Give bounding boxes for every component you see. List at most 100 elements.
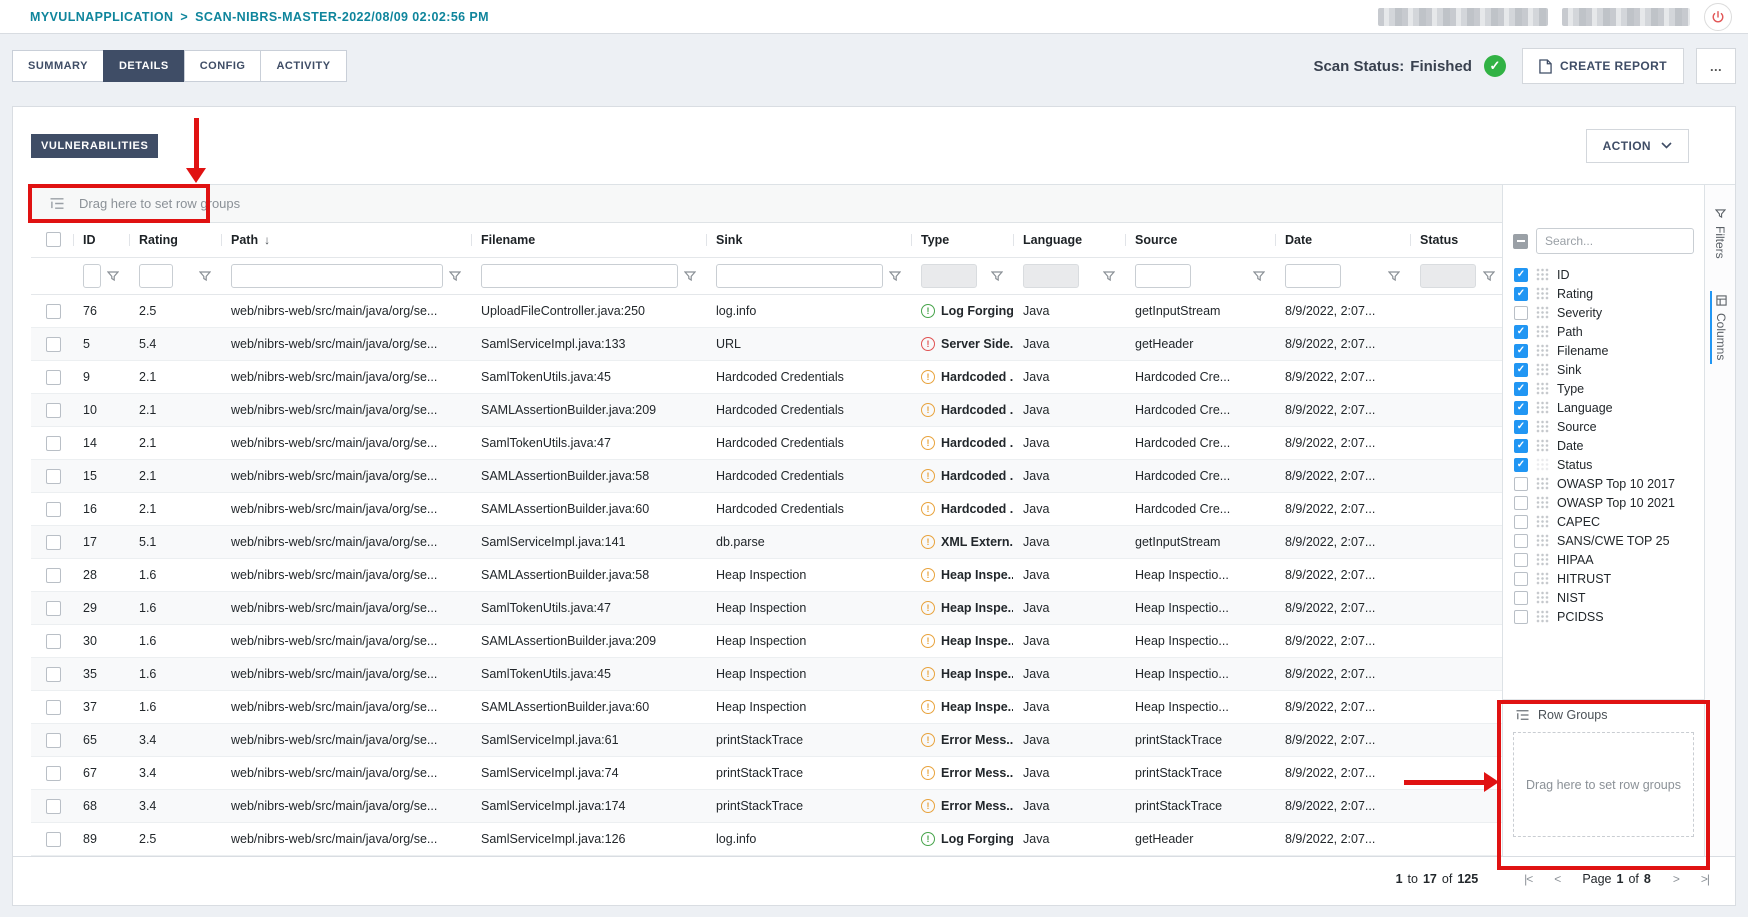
table-row[interactable]: 162.1web/nibrs-web/src/main/java/org/se.… [31, 493, 1502, 526]
toggle-all-columns-checkbox[interactable] [1513, 234, 1528, 249]
filename-filter-input[interactable] [481, 264, 678, 288]
funnel-icon[interactable] [1483, 271, 1495, 282]
column-toggle-severity[interactable]: Severity [1503, 303, 1704, 322]
column-toggle-nist[interactable]: NIST [1503, 588, 1704, 607]
column-header-language[interactable]: Language [1013, 223, 1125, 258]
table-row[interactable]: 653.4web/nibrs-web/src/main/java/org/se.… [31, 724, 1502, 757]
table-row[interactable]: 142.1web/nibrs-web/src/main/java/org/se.… [31, 427, 1502, 460]
first-page-button[interactable]: |< [1524, 872, 1532, 886]
column-checkbox[interactable] [1514, 382, 1528, 396]
funnel-icon[interactable] [1103, 271, 1115, 282]
table-row[interactable]: 55.4web/nibrs-web/src/main/java/org/se..… [31, 328, 1502, 361]
column-toggle-hitrust[interactable]: HITRUST [1503, 569, 1704, 588]
row-checkbox[interactable] [46, 304, 61, 319]
row-checkbox[interactable] [46, 535, 61, 550]
column-checkbox[interactable] [1514, 401, 1528, 415]
column-checkbox[interactable] [1514, 325, 1528, 339]
source-filter-input[interactable] [1135, 264, 1191, 288]
row-checkbox[interactable] [46, 733, 61, 748]
column-checkbox[interactable] [1514, 268, 1528, 282]
more-options-button[interactable]: ... [1696, 48, 1736, 84]
row-checkbox[interactable] [46, 667, 61, 682]
column-checkbox[interactable] [1514, 515, 1528, 529]
funnel-icon[interactable] [991, 271, 1003, 282]
column-toggle-source[interactable]: Source [1503, 417, 1704, 436]
row-group-drop-zone[interactable]: Drag here to set row groups [31, 185, 1502, 223]
table-row[interactable]: 351.6web/nibrs-web/src/main/java/org/se.… [31, 658, 1502, 691]
funnel-icon[interactable] [1388, 271, 1400, 282]
column-header-filename[interactable]: Filename [471, 223, 706, 258]
funnel-icon[interactable] [107, 271, 119, 282]
row-groups-drop-target[interactable]: Drag here to set row groups [1513, 732, 1694, 837]
funnel-icon[interactable] [449, 271, 461, 282]
column-toggle-path[interactable]: Path [1503, 322, 1704, 341]
table-row[interactable]: 371.6web/nibrs-web/src/main/java/org/se.… [31, 691, 1502, 724]
drag-handle-icon[interactable] [1536, 382, 1549, 395]
column-checkbox[interactable] [1514, 439, 1528, 453]
column-checkbox[interactable] [1514, 477, 1528, 491]
create-report-button[interactable]: CREATE REPORT [1522, 48, 1684, 84]
column-checkbox[interactable] [1514, 344, 1528, 358]
column-toggle-hipaa[interactable]: HIPAA [1503, 550, 1704, 569]
row-checkbox[interactable] [46, 436, 61, 451]
logout-button[interactable] [1704, 3, 1732, 31]
column-checkbox[interactable] [1514, 363, 1528, 377]
row-checkbox[interactable] [46, 766, 61, 781]
drag-handle-icon[interactable] [1536, 610, 1549, 623]
previous-page-button[interactable]: < [1554, 872, 1560, 886]
sink-filter-input[interactable] [716, 264, 883, 288]
drag-handle-icon[interactable] [1536, 553, 1549, 566]
tab-filters[interactable]: Filters [1711, 205, 1729, 263]
drag-handle-icon[interactable] [1536, 363, 1549, 376]
column-header-id[interactable]: ID [73, 223, 129, 258]
tab-details[interactable]: DETAILS [103, 50, 184, 82]
table-row[interactable]: 762.5web/nibrs-web/src/main/java/org/se.… [31, 295, 1502, 328]
column-search-input[interactable] [1536, 228, 1694, 254]
row-checkbox[interactable] [46, 568, 61, 583]
funnel-icon[interactable] [684, 271, 696, 282]
table-row[interactable]: 892.5web/nibrs-web/src/main/java/org/se.… [31, 823, 1502, 856]
action-dropdown-button[interactable]: ACTION [1586, 129, 1689, 163]
column-checkbox[interactable] [1514, 420, 1528, 434]
drag-handle-icon[interactable] [1536, 420, 1549, 433]
next-page-button[interactable]: > [1673, 872, 1679, 886]
column-toggle-owasp-top-10-2021[interactable]: OWASP Top 10 2021 [1503, 493, 1704, 512]
table-row[interactable]: 291.6web/nibrs-web/src/main/java/org/se.… [31, 592, 1502, 625]
column-checkbox[interactable] [1514, 306, 1528, 320]
row-checkbox[interactable] [46, 799, 61, 814]
id-filter-input[interactable] [83, 264, 101, 288]
drag-handle-icon[interactable] [1536, 268, 1549, 281]
column-checkbox[interactable] [1514, 534, 1528, 548]
select-all-checkbox[interactable] [46, 232, 61, 247]
column-header-path[interactable]: Path↓ [221, 223, 471, 258]
table-row[interactable]: 175.1web/nibrs-web/src/main/java/org/se.… [31, 526, 1502, 559]
tab-summary[interactable]: SUMMARY [12, 50, 103, 82]
funnel-icon[interactable] [199, 271, 211, 282]
column-checkbox[interactable] [1514, 610, 1528, 624]
table-row[interactable]: 683.4web/nibrs-web/src/main/java/org/se.… [31, 790, 1502, 823]
row-checkbox[interactable] [46, 502, 61, 517]
column-checkbox[interactable] [1514, 458, 1528, 472]
drag-handle-icon[interactable] [1536, 458, 1549, 471]
drag-handle-icon[interactable] [1536, 439, 1549, 452]
table-row[interactable]: 281.6web/nibrs-web/src/main/java/org/se.… [31, 559, 1502, 592]
column-header-rating[interactable]: Rating [129, 223, 221, 258]
tab-columns[interactable]: Columns [1710, 291, 1730, 364]
column-header-sink[interactable]: Sink [706, 223, 911, 258]
column-checkbox[interactable] [1514, 496, 1528, 510]
table-row[interactable]: 301.6web/nibrs-web/src/main/java/org/se.… [31, 625, 1502, 658]
column-toggle-date[interactable]: Date [1503, 436, 1704, 455]
column-toggle-owasp-top-10-2017[interactable]: OWASP Top 10 2017 [1503, 474, 1704, 493]
table-row[interactable]: 92.1web/nibrs-web/src/main/java/org/se..… [31, 361, 1502, 394]
row-checkbox[interactable] [46, 403, 61, 418]
column-toggle-type[interactable]: Type [1503, 379, 1704, 398]
column-toggle-capec[interactable]: CAPEC [1503, 512, 1704, 531]
column-toggle-language[interactable]: Language [1503, 398, 1704, 417]
table-row[interactable]: 673.4web/nibrs-web/src/main/java/org/se.… [31, 757, 1502, 790]
last-page-button[interactable]: >| [1701, 872, 1709, 886]
row-checkbox[interactable] [46, 370, 61, 385]
tab-config[interactable]: CONFIG [184, 50, 261, 82]
funnel-icon[interactable] [1253, 271, 1265, 282]
drag-handle-icon[interactable] [1536, 287, 1549, 300]
row-checkbox[interactable] [46, 469, 61, 484]
